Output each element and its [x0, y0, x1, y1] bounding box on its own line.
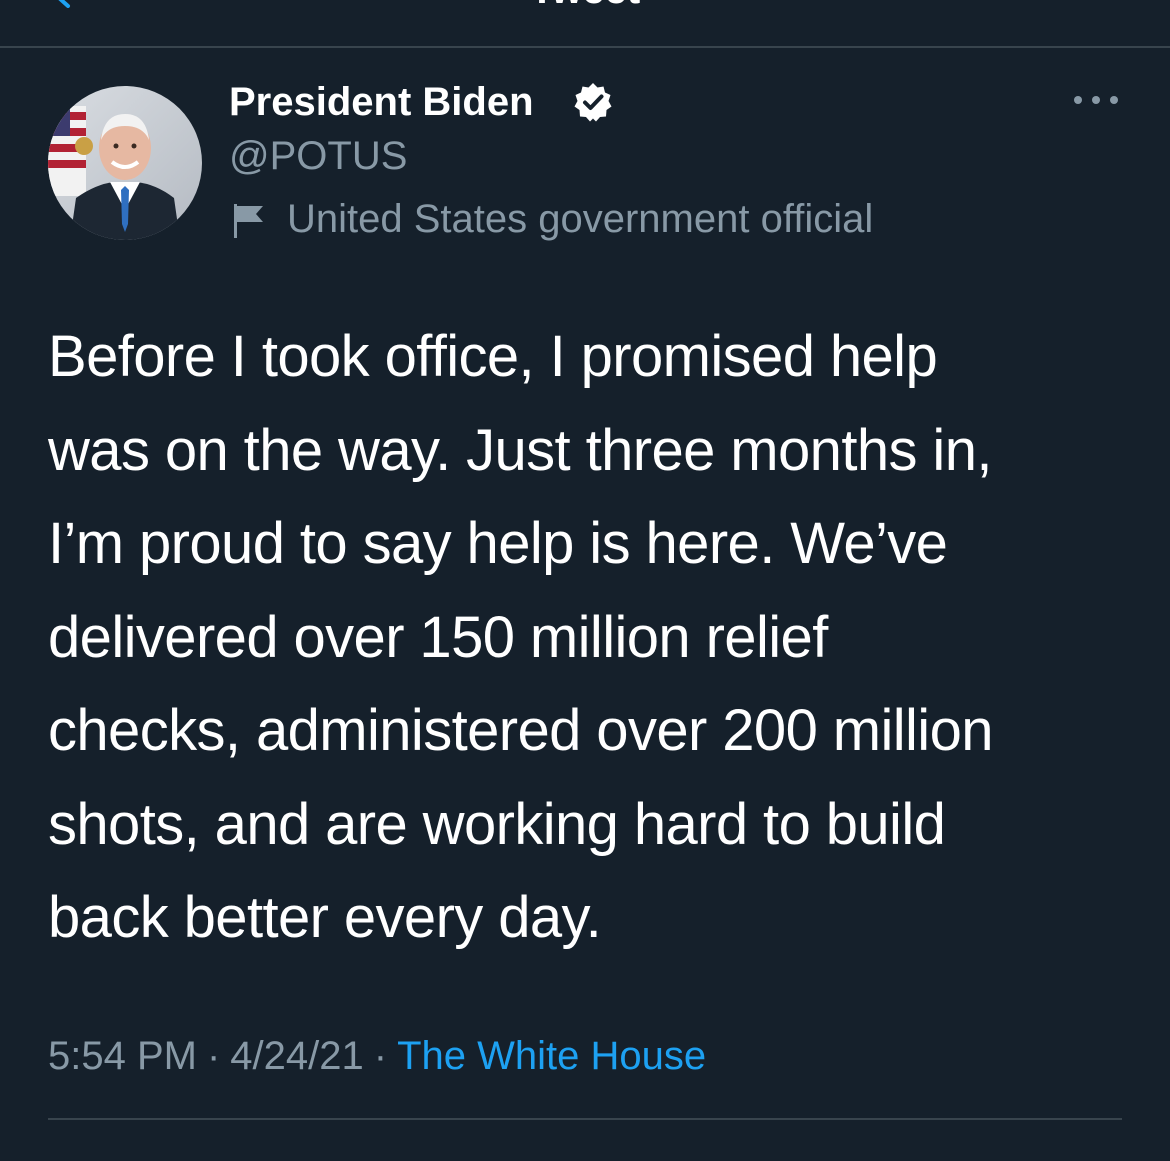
- tweet-line: shots, and are working hard to build: [48, 791, 946, 857]
- tweet-date[interactable]: 4/24/21: [230, 1034, 363, 1078]
- more-horizontal-icon[interactable]: [1072, 92, 1120, 108]
- meta-separator: ·: [206, 1034, 221, 1078]
- tweet-time[interactable]: 5:54 PM: [48, 1034, 197, 1078]
- author-display-name[interactable]: President Biden: [229, 78, 534, 126]
- author-handle[interactable]: @POTUS: [229, 132, 407, 180]
- tweet-line: checks, administered over 200 million: [48, 698, 994, 763]
- tweet-line: delivered over 150 million relief: [48, 604, 828, 670]
- avatar[interactable]: [48, 86, 202, 240]
- meta-separator: ·: [373, 1034, 388, 1078]
- top-bar: Tweet: [0, 0, 1170, 48]
- tweet-line: back better every day.: [48, 885, 602, 950]
- tweet-line: Before I took office, I promised help: [48, 324, 938, 389]
- tweet-line: I’m proud to say help is here. We’ve: [48, 511, 948, 576]
- verified-badge-icon: [574, 83, 612, 122]
- account-label: United States government official: [287, 197, 874, 241]
- avatar-image: [48, 86, 202, 240]
- flag-icon: [234, 204, 263, 238]
- page-title: Tweet: [0, 0, 1170, 10]
- tweet-line: was on the way. Just three months in,: [48, 417, 992, 483]
- tweet-source-link[interactable]: The White House: [397, 1034, 706, 1078]
- tweet-meta: 5:54 PM · 4/24/21 · The White House: [48, 1030, 706, 1082]
- tweet-body: Before I took office, I promised help wa…: [48, 310, 1128, 965]
- divider: [48, 1118, 1122, 1120]
